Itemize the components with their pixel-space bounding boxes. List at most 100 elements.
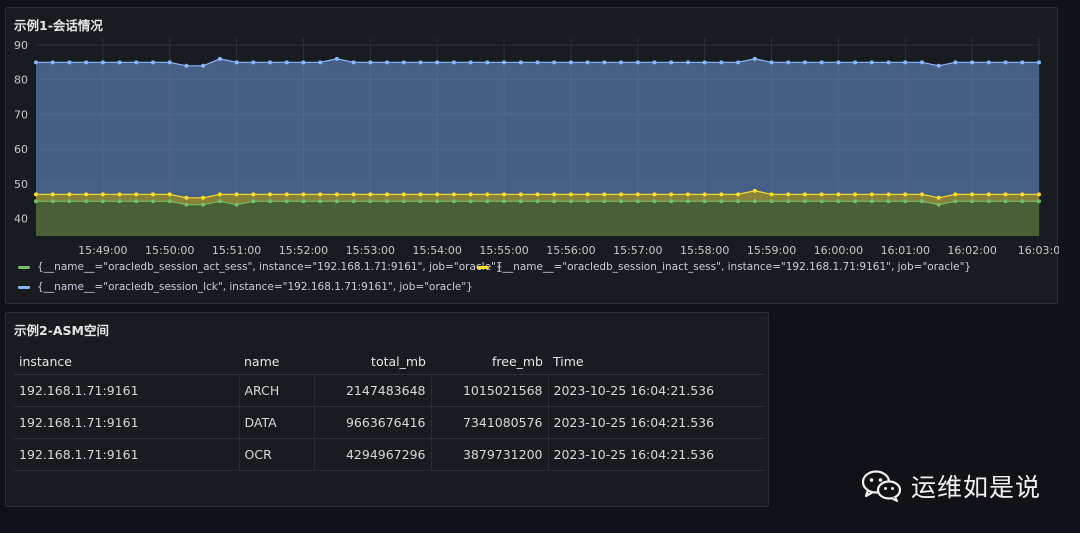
data-point bbox=[602, 199, 607, 204]
data-point bbox=[936, 195, 941, 200]
data-point bbox=[284, 192, 289, 197]
data-point bbox=[502, 60, 507, 65]
data-point bbox=[217, 192, 222, 197]
cell-total-mb: 9663676416 bbox=[313, 406, 431, 439]
data-point bbox=[853, 192, 858, 197]
data-point bbox=[853, 60, 858, 65]
x-tick-label: 15:53:00 bbox=[346, 244, 395, 257]
data-point bbox=[201, 63, 206, 68]
data-point bbox=[1003, 192, 1008, 197]
data-point bbox=[702, 199, 707, 204]
cell-total-mb: 4294967296 bbox=[313, 438, 431, 471]
data-point bbox=[769, 199, 774, 204]
data-point bbox=[786, 199, 791, 204]
column-header-instance[interactable]: instance bbox=[14, 348, 239, 375]
data-point bbox=[903, 60, 908, 65]
data-point bbox=[819, 60, 824, 65]
panel-title[interactable]: 示例1-会话情况 bbox=[14, 15, 103, 34]
data-point bbox=[903, 199, 908, 204]
data-point bbox=[953, 199, 958, 204]
data-point bbox=[619, 60, 624, 65]
data-point bbox=[284, 199, 289, 204]
data-point bbox=[234, 60, 239, 65]
data-point bbox=[652, 60, 657, 65]
data-point bbox=[986, 60, 991, 65]
x-tick-label: 15:49:00 bbox=[78, 244, 127, 257]
data-point bbox=[502, 192, 507, 197]
data-point bbox=[802, 199, 807, 204]
data-point bbox=[585, 60, 590, 65]
data-point bbox=[719, 199, 724, 204]
x-tick-label: 16:02:00 bbox=[947, 244, 996, 257]
data-point bbox=[1020, 192, 1025, 197]
panel-title[interactable]: 示例2-ASM空间 bbox=[14, 320, 109, 339]
data-point bbox=[251, 199, 256, 204]
data-point bbox=[67, 199, 72, 204]
legend-label: {__name__="oracledb_session_lck", instan… bbox=[37, 281, 473, 293]
data-point bbox=[719, 192, 724, 197]
legend-item-inact-sess[interactable]: {__name__="oracledb_session_inact_sess",… bbox=[477, 261, 971, 273]
data-point bbox=[318, 60, 323, 65]
data-point bbox=[986, 199, 991, 204]
data-point bbox=[953, 60, 958, 65]
data-point bbox=[936, 202, 941, 207]
column-header-time[interactable]: Time bbox=[548, 348, 764, 375]
y-tick-label: 90 bbox=[14, 39, 28, 52]
column-header-total-mb[interactable]: total_mb bbox=[314, 348, 431, 375]
data-point bbox=[34, 192, 38, 197]
data-point bbox=[568, 60, 573, 65]
data-point bbox=[886, 199, 891, 204]
data-point bbox=[234, 202, 239, 207]
data-point bbox=[385, 60, 390, 65]
column-header-name[interactable]: name bbox=[239, 348, 314, 375]
data-point bbox=[936, 63, 941, 68]
legend-item-act-sess[interactable]: {__name__="oracledb_session_act_sess", i… bbox=[18, 261, 503, 273]
data-point bbox=[100, 192, 105, 197]
data-point bbox=[268, 60, 273, 65]
data-point bbox=[268, 199, 273, 204]
data-point bbox=[903, 192, 908, 197]
watermark-text: 运维如是说 bbox=[911, 473, 1042, 502]
data-point bbox=[769, 192, 774, 197]
data-point bbox=[184, 202, 189, 207]
data-point bbox=[334, 56, 339, 61]
data-point bbox=[702, 192, 707, 197]
data-point bbox=[468, 60, 473, 65]
x-tick-label: 15:57:00 bbox=[613, 244, 662, 257]
asm-table: instance name total_mb free_mb Time 192.… bbox=[14, 348, 764, 471]
data-point bbox=[802, 192, 807, 197]
column-header-free-mb[interactable]: free_mb bbox=[431, 348, 548, 375]
data-point bbox=[67, 60, 72, 65]
data-point bbox=[819, 192, 824, 197]
data-point bbox=[167, 199, 172, 204]
cell-instance: 192.168.1.71:9161 bbox=[14, 438, 239, 471]
data-point bbox=[151, 199, 156, 204]
data-point bbox=[786, 60, 791, 65]
data-point bbox=[869, 192, 874, 197]
data-point bbox=[117, 199, 122, 204]
data-point bbox=[568, 192, 573, 197]
data-point bbox=[351, 60, 356, 65]
data-point bbox=[435, 60, 440, 65]
data-point bbox=[502, 199, 507, 204]
data-point bbox=[268, 192, 273, 197]
data-point bbox=[50, 60, 55, 65]
data-point bbox=[518, 199, 523, 204]
data-point bbox=[736, 199, 741, 204]
data-point bbox=[836, 199, 841, 204]
cell-free-mb: 1015021568 bbox=[430, 374, 548, 407]
data-point bbox=[468, 192, 473, 197]
data-point bbox=[401, 192, 406, 197]
cell-time: 2023-10-25 16:04:21.536 bbox=[547, 406, 764, 439]
data-point bbox=[418, 60, 423, 65]
legend-item-lck[interactable]: {__name__="oracledb_session_lck", instan… bbox=[18, 281, 473, 293]
data-point bbox=[652, 192, 657, 197]
data-point bbox=[919, 199, 924, 204]
data-point bbox=[418, 192, 423, 197]
x-tick-label: 16:00:00 bbox=[814, 244, 863, 257]
table-row: 192.168.1.71:9161 ARCH 2147483648 101502… bbox=[14, 374, 764, 407]
data-point bbox=[919, 192, 924, 197]
data-point bbox=[151, 192, 156, 197]
session-chart: 40 50 60 70 80 90 15:49:00 15:50:00 15:51:00 15:5… bbox=[14, 38, 1059, 257]
data-point bbox=[669, 199, 674, 204]
